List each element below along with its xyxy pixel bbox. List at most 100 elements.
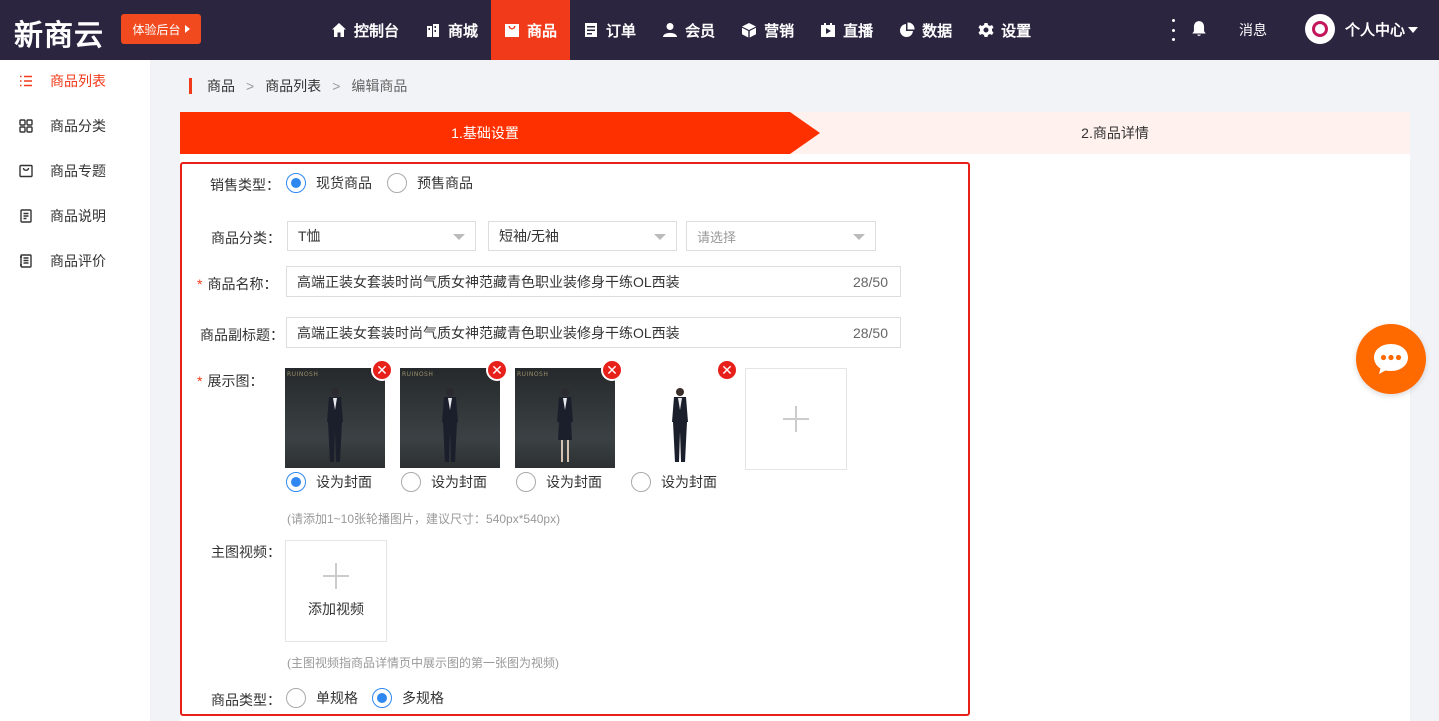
display-image-1[interactable]: RUINOSH <box>285 368 385 468</box>
nav-item-live[interactable]: 直播 <box>807 0 886 60</box>
select-value: 短袖/无袖 <box>499 228 559 244</box>
nav-item-marketing[interactable]: 营销 <box>728 0 807 60</box>
radio-label: 多规格 <box>402 690 444 706</box>
radio-circle <box>372 688 392 708</box>
add-image-button[interactable] <box>745 368 847 470</box>
breadcrumb-current: 编辑商品 <box>351 78 408 94</box>
avatar[interactable] <box>1305 14 1335 44</box>
home-icon <box>332 23 346 37</box>
category-level3-select[interactable]: 请选择 <box>686 221 876 251</box>
sale-type-presale-radio[interactable]: 预售商品 <box>387 173 473 193</box>
sidebar-item-product-topic[interactable]: 商品专题 <box>0 156 150 186</box>
radio-label: 设为封面 <box>316 474 372 490</box>
select-value: T恤 <box>298 228 321 244</box>
nav-item-label: 订单 <box>606 22 637 40</box>
chat-support-button[interactable] <box>1356 324 1426 394</box>
play-arrow-icon <box>184 25 190 33</box>
sidebar-item-label: 商品专题 <box>50 163 106 179</box>
model-figure-icon <box>672 388 688 462</box>
breadcrumb-product-list[interactable]: 商品列表 <box>265 76 321 96</box>
breadcrumb-separator: > <box>246 78 255 94</box>
product-name-input[interactable]: 高端正装女套装时尚气质女神范藏青色职业装修身干练OL西装 28/50 <box>286 266 901 297</box>
bell-icon[interactable] <box>1190 20 1208 41</box>
plus-icon <box>323 563 349 589</box>
gear-icon <box>978 23 994 37</box>
set-cover-radio-2[interactable]: 设为封面 <box>401 472 487 492</box>
product-type-label: 商品类型： <box>211 692 281 708</box>
char-counter: 28/50 <box>852 273 888 290</box>
category-level2-select[interactable]: 短袖/无袖 <box>488 221 677 251</box>
delete-image-1-icon[interactable]: ✕ <box>371 359 393 381</box>
plus-icon <box>783 406 809 432</box>
model-figure-icon <box>442 388 458 462</box>
trial-backend-button[interactable]: 体验后台 <box>121 14 201 44</box>
display-image-3[interactable]: RUINOSH <box>515 368 615 468</box>
caret-down-icon <box>1408 26 1419 33</box>
product-subtitle-input[interactable]: 高端正装女套装时尚气质女神范藏青色职业装修身干练OL西装 28/50 <box>286 317 901 348</box>
user-icon <box>663 23 678 37</box>
product-name-label-text: 商品名称： <box>207 276 278 292</box>
radio-circle <box>387 173 407 193</box>
trial-backend-label: 体验后台 <box>132 22 181 37</box>
display-images-hint: (请添加1~10张轮播图片，建议尺寸：540px*540px) <box>287 512 561 526</box>
sale-type-spot-radio[interactable]: 现货商品 <box>286 173 372 193</box>
radio-label: 设为封面 <box>546 474 602 490</box>
more-menu-icon[interactable] <box>1166 19 1180 41</box>
nav-item-settings[interactable]: 设置 <box>965 0 1044 60</box>
sidebar-item-label: 商品说明 <box>50 208 106 224</box>
pie-icon <box>900 22 915 37</box>
radio-label: 现货商品 <box>316 175 372 191</box>
sidebar-item-product-review[interactable]: 商品评价 <box>0 246 150 276</box>
nav-item-products[interactable]: 商品 <box>491 0 571 60</box>
step-product-details[interactable]: 2.商品详情 <box>820 112 1410 154</box>
breadcrumb-accent-bar <box>189 78 192 94</box>
messages-link[interactable]: 消息 <box>1239 20 1267 40</box>
nav-item-members[interactable]: 会员 <box>649 0 728 60</box>
display-image-2[interactable]: RUINOSH <box>400 368 500 468</box>
set-cover-radio-1[interactable]: 设为封面 <box>286 472 372 492</box>
main-video-hint: (主图视频指商品详情页中展示图的第一张图为视频) <box>287 656 559 670</box>
nav-item-store[interactable]: 商城 <box>412 0 491 60</box>
step-basic-settings[interactable]: 1.基础设置 <box>180 112 820 154</box>
radio-circle <box>631 472 651 492</box>
radio-label: 预售商品 <box>417 175 473 191</box>
brand-logo[interactable]: 新商云 <box>14 12 104 54</box>
add-video-button[interactable]: 添加视频 <box>285 540 387 642</box>
user-center-menu[interactable]: 个人中心 <box>1345 19 1419 40</box>
sidebar-item-product-category[interactable]: 商品分类 <box>0 111 150 141</box>
breadcrumb-products[interactable]: 商品 <box>207 76 235 96</box>
set-cover-radio-3[interactable]: 设为封面 <box>516 472 602 492</box>
step-indicator: 1.基础设置 2.商品详情 <box>180 112 1410 154</box>
sidebar: 商品列表 商品分类 商品专题 商品说明 商品评价 <box>0 60 150 721</box>
display-image-4[interactable] <box>630 368 730 468</box>
product-type-multi-radio[interactable]: 多规格 <box>372 688 444 708</box>
product-type-single-radio[interactable]: 单规格 <box>286 688 358 708</box>
delete-image-2-icon[interactable]: ✕ <box>486 359 508 381</box>
sidebar-item-label: 商品列表 <box>50 73 106 89</box>
bag-icon <box>505 24 520 37</box>
sidebar-item-product-description[interactable]: 商品说明 <box>0 201 150 231</box>
radio-circle <box>516 472 536 492</box>
delete-image-3-icon[interactable]: ✕ <box>601 359 623 381</box>
main-nav: 控制台 商城 商品 订单 会员 营销 直播 数据 设置 <box>318 0 1044 60</box>
radio-label: 设为封面 <box>661 474 717 490</box>
category-level1-select[interactable]: T恤 <box>287 221 476 251</box>
nav-item-label: 设置 <box>1001 22 1032 40</box>
sale-type-label: 销售类型： <box>210 177 280 193</box>
radio-circle <box>286 173 306 193</box>
breadcrumb-separator: > <box>332 78 341 94</box>
user-center-label: 个人中心 <box>1345 22 1406 39</box>
live-icon <box>821 23 836 37</box>
set-cover-radio-4[interactable]: 设为封面 <box>631 472 717 492</box>
main-video-label: 主图视频： <box>211 544 281 560</box>
nav-item-label: 会员 <box>685 22 716 40</box>
store-icon <box>427 24 440 37</box>
nav-item-label: 控制台 <box>354 22 400 40</box>
nav-item-dashboard[interactable]: 控制台 <box>318 0 412 60</box>
delete-image-4-icon[interactable]: ✕ <box>716 359 738 381</box>
nav-item-data[interactable]: 数据 <box>886 0 965 60</box>
sidebar-item-label: 商品分类 <box>50 118 106 134</box>
nav-item-orders[interactable]: 订单 <box>570 0 649 60</box>
sidebar-item-product-list[interactable]: 商品列表 <box>0 66 150 96</box>
image-brand-text: RUINOSH <box>517 371 549 378</box>
